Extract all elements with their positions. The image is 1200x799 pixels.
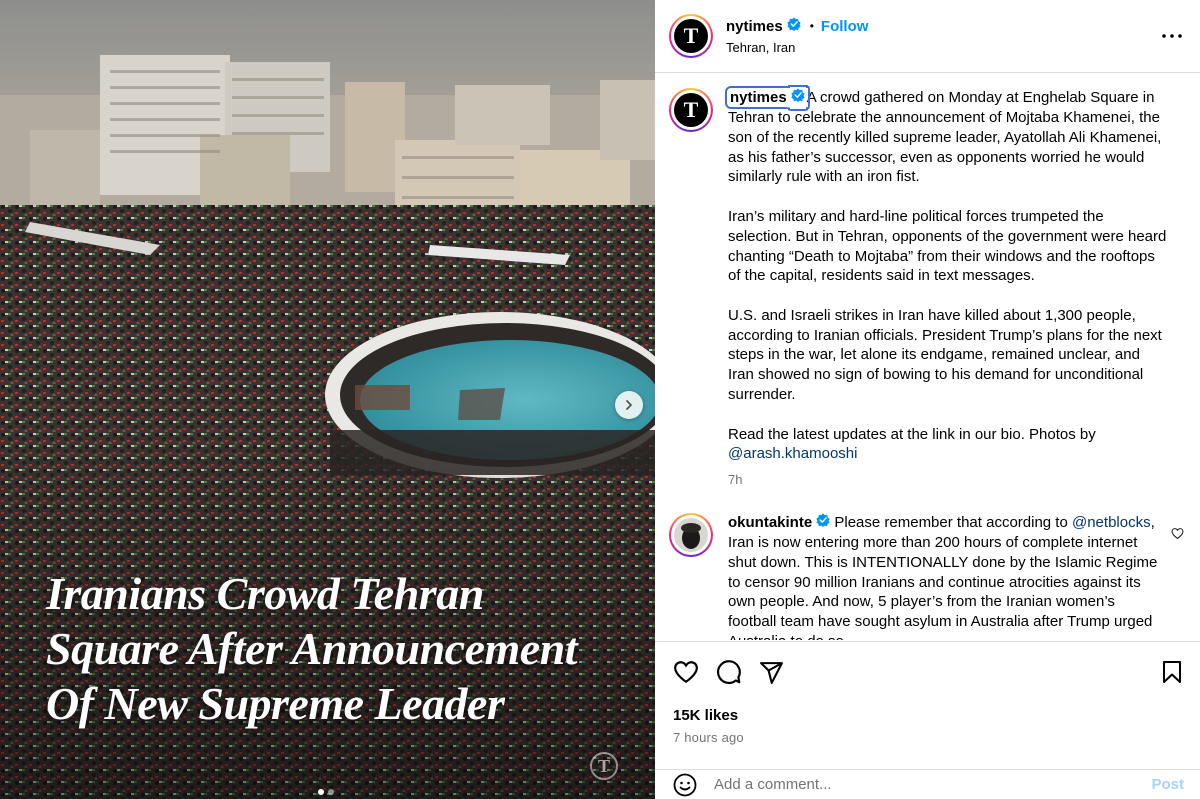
avatar[interactable]: T — [669, 14, 713, 58]
avatar[interactable] — [669, 513, 713, 558]
more-options-button[interactable] — [1160, 24, 1184, 48]
likes-count[interactable]: 15K likes — [673, 707, 1184, 724]
bookmark-icon — [1163, 661, 1181, 683]
share-button[interactable] — [759, 660, 784, 685]
headline-line: Iranians Crowd Tehran — [46, 568, 484, 619]
add-comment-bar: Post — [655, 769, 1200, 799]
post-comment-button[interactable]: Post — [1151, 776, 1184, 793]
commenter-avatar-image — [674, 518, 708, 553]
nyt-logo-icon: T — [674, 93, 708, 127]
emoji-button[interactable] — [673, 773, 697, 797]
headline-line: Square After Announcement — [46, 623, 578, 674]
comment-input[interactable] — [714, 776, 1152, 793]
post-timestamp[interactable]: 7 hours ago — [673, 730, 1184, 745]
next-image-button[interactable] — [615, 391, 643, 419]
carousel-dot-active — [318, 789, 324, 795]
carousel-dot — [328, 789, 334, 795]
photo-headline: Iranians Crowd Tehran Square After Annou… — [46, 566, 646, 731]
like-button[interactable] — [673, 659, 699, 685]
emoji-icon — [673, 773, 697, 796]
chevron-right-icon — [626, 400, 632, 410]
caption: T nytimes A crowd gathered on Monday at E… — [669, 86, 1184, 490]
heart-icon — [674, 661, 698, 684]
save-button[interactable] — [1160, 659, 1184, 685]
comment-text: , Iran is now entering more than 200 hou… — [728, 514, 1158, 640]
caption-timestamp[interactable]: 7h — [728, 470, 1168, 490]
send-icon — [760, 661, 783, 684]
mention-link[interactable]: @arash.khamooshi — [728, 445, 857, 462]
more-horizontal-icon — [1162, 34, 1182, 38]
comment-item: okuntakinte Please remember that accordi… — [669, 513, 1184, 640]
like-comment-button[interactable] — [1171, 527, 1184, 545]
verified-badge-icon — [791, 88, 805, 108]
comment-text: Please remember that according to — [834, 514, 1068, 532]
caption-username[interactable]: nytimes — [725, 86, 810, 109]
mention-link[interactable]: @netblocks — [1072, 514, 1151, 531]
comments-section[interactable]: T nytimes A crowd gathered on Monday at E… — [655, 74, 1200, 640]
follow-button[interactable]: Follow — [821, 18, 869, 35]
comment-username[interactable]: okuntakinte — [728, 514, 812, 531]
comment-button[interactable] — [716, 659, 742, 685]
caption-paragraph: Read the latest updates at the link in o… — [728, 425, 1096, 463]
post-location[interactable]: Tehran, Iran — [726, 40, 1160, 55]
post-username[interactable]: nytimes — [726, 18, 783, 35]
carousel-indicator — [318, 789, 334, 795]
post-header: T nytimes • Follow Tehran, Iran — [655, 0, 1200, 73]
nyt-logo-icon: T — [674, 19, 708, 53]
nyt-watermark: T — [590, 752, 618, 780]
post-photo[interactable]: Iranians Crowd Tehran Square After Annou… — [0, 0, 655, 799]
post-details-panel: T nytimes • Follow Tehran, Iran T nytime… — [655, 0, 1200, 799]
avatar[interactable]: T — [669, 88, 713, 132]
caption-paragraph: Iran’s military and hard-line political … — [728, 207, 1167, 285]
comment-bubble-icon — [717, 660, 741, 684]
verified-badge-icon — [816, 513, 830, 533]
post-actions: 15K likes 7 hours ago — [655, 641, 1200, 745]
verified-badge-icon — [787, 17, 801, 35]
separator-dot: • — [809, 19, 814, 33]
heart-icon — [1171, 528, 1184, 540]
caption-paragraph: U.S. and Israeli strikes in Iran have ki… — [728, 306, 1162, 404]
headline-line: Of New Supreme Leader — [46, 678, 505, 729]
